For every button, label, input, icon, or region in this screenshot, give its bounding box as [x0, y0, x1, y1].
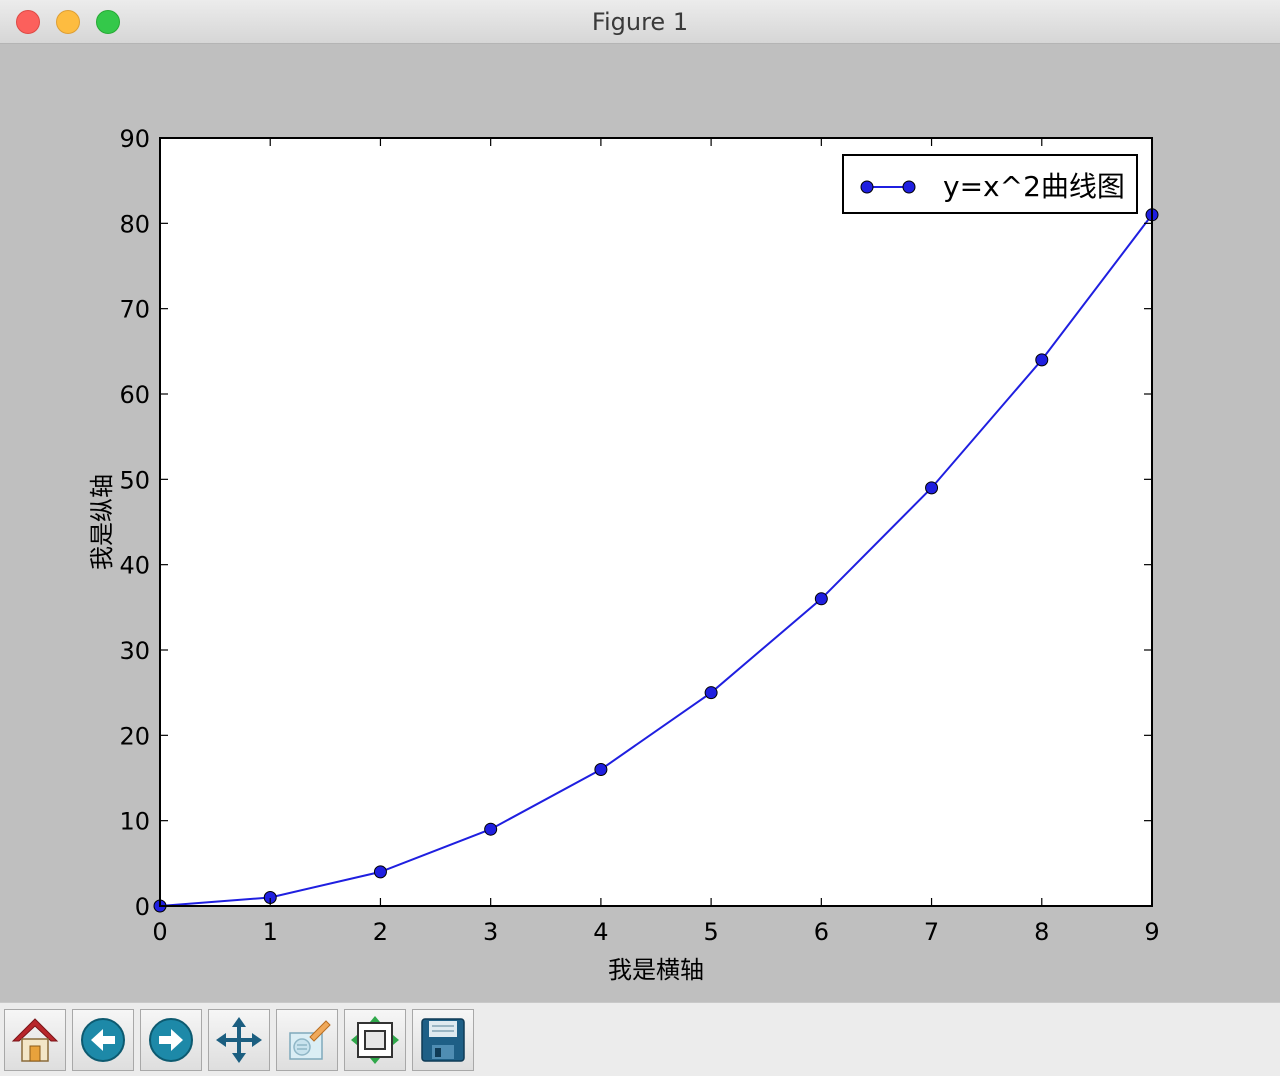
y-tick-label: 30: [119, 637, 150, 665]
x-tick-label: 4: [593, 918, 608, 946]
data-point: [484, 822, 498, 836]
plot-area: [160, 138, 1152, 906]
y-tick-label: 70: [119, 296, 150, 324]
x-tick-label: 3: [483, 918, 498, 946]
x-tick-label: 9: [1144, 918, 1159, 946]
y-tick-label: 40: [119, 552, 150, 580]
zoom-icon: [289, 1020, 331, 1060]
x-tick-label: 6: [814, 918, 829, 946]
x-tick-label: 2: [373, 918, 388, 946]
y-tick-label: 20: [119, 722, 150, 750]
data-point: [1035, 353, 1049, 367]
y-tick-label: 80: [119, 210, 150, 238]
pan-icon: [216, 1017, 262, 1063]
home-button[interactable]: [4, 1009, 66, 1071]
figure-canvas: 0 1 2 3 4 5 6 7 8 9 0 10 20 30 40 50 60 70 80 90 我是横轴 我是纵轴 y=…: [0, 44, 1280, 1002]
y-axis-label: 我是纵轴: [88, 474, 116, 570]
x-tick-label: 7: [924, 918, 939, 946]
legend-marker: [902, 180, 916, 194]
data-point: [814, 592, 828, 606]
save-button[interactable]: [412, 1009, 474, 1071]
data-point: [373, 865, 387, 879]
back-button[interactable]: [72, 1009, 134, 1071]
forward-icon: [149, 1018, 193, 1062]
title-bar: Figure 1: [0, 0, 1280, 44]
pan-button[interactable]: [208, 1009, 270, 1071]
chart: 0 1 2 3 4 5 6 7 8 90102030405060708090我是横轴我是纵轴 y=…: [88, 125, 1160, 984]
x-tick-label: 8: [1034, 918, 1049, 946]
save-icon: [421, 1018, 465, 1062]
y-tick-label: 10: [119, 808, 150, 836]
back-icon: [81, 1018, 125, 1062]
legend-marker: [860, 180, 874, 194]
subplots-button[interactable]: [344, 1009, 406, 1071]
zoom-button[interactable]: [276, 1009, 338, 1071]
legend-label: y=x^2曲线图: [943, 170, 1125, 203]
subplots-icon: [351, 1016, 399, 1064]
y-tick-label: 90: [119, 125, 150, 153]
data-point: [704, 686, 718, 700]
y-tick-label: 50: [119, 466, 150, 494]
x-tick-label: 5: [703, 918, 718, 946]
window-title: Figure 1: [591, 8, 689, 36]
x-axis-label: 我是横轴: [608, 956, 704, 984]
y-tick-label: 60: [119, 381, 150, 409]
y-tick-label: 0: [135, 893, 150, 921]
home-icon: [11, 1018, 59, 1062]
x-tick-label: 0: [152, 918, 167, 946]
navigation-toolbar: [0, 1002, 1280, 1076]
data-point: [594, 762, 608, 776]
data-point: [925, 481, 939, 495]
forward-button[interactable]: [140, 1009, 202, 1071]
x-tick-label: 1: [263, 918, 278, 946]
